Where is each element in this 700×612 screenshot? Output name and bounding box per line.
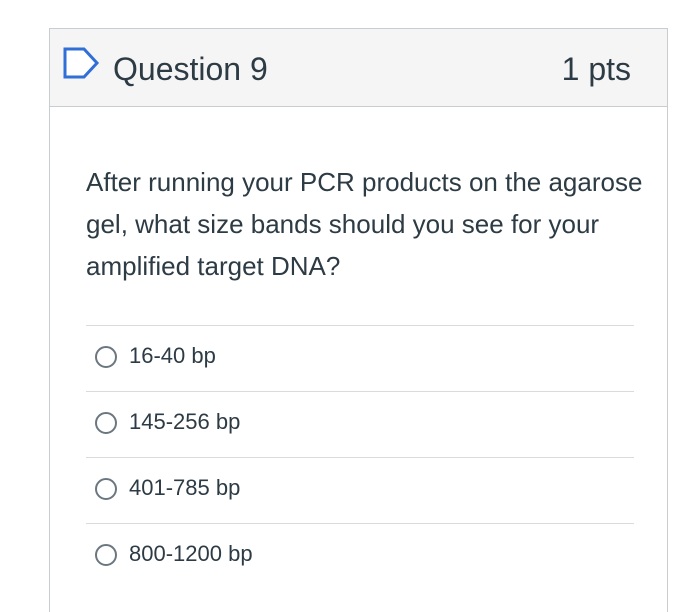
answer-option[interactable]: 16-40 bp (86, 325, 634, 391)
radio-button[interactable] (95, 544, 117, 566)
answer-list: 16-40 bp 145-256 bp 401-785 bp 800-1200 … (86, 325, 634, 589)
answer-label[interactable]: 401-785 bp (129, 473, 240, 503)
flag-icon[interactable] (62, 47, 102, 79)
radio-button[interactable] (95, 346, 117, 368)
answer-option[interactable]: 145-256 bp (86, 391, 634, 457)
answer-label[interactable]: 800-1200 bp (129, 539, 253, 569)
question-points: 1 pts (561, 51, 631, 87)
question-header: Question 9 1 pts (50, 29, 667, 107)
radio-button[interactable] (95, 478, 117, 500)
answer-option[interactable]: 401-785 bp (86, 457, 634, 523)
answer-label[interactable]: 145-256 bp (129, 407, 240, 437)
answer-label[interactable]: 16-40 bp (129, 341, 216, 371)
radio-button[interactable] (95, 412, 117, 434)
answer-option[interactable]: 800-1200 bp (86, 523, 634, 589)
question-text: After running your PCR products on the a… (86, 167, 643, 281)
question-title: Question 9 (113, 51, 268, 87)
question-card: Question 9 1 pts After running your PCR … (49, 28, 668, 612)
